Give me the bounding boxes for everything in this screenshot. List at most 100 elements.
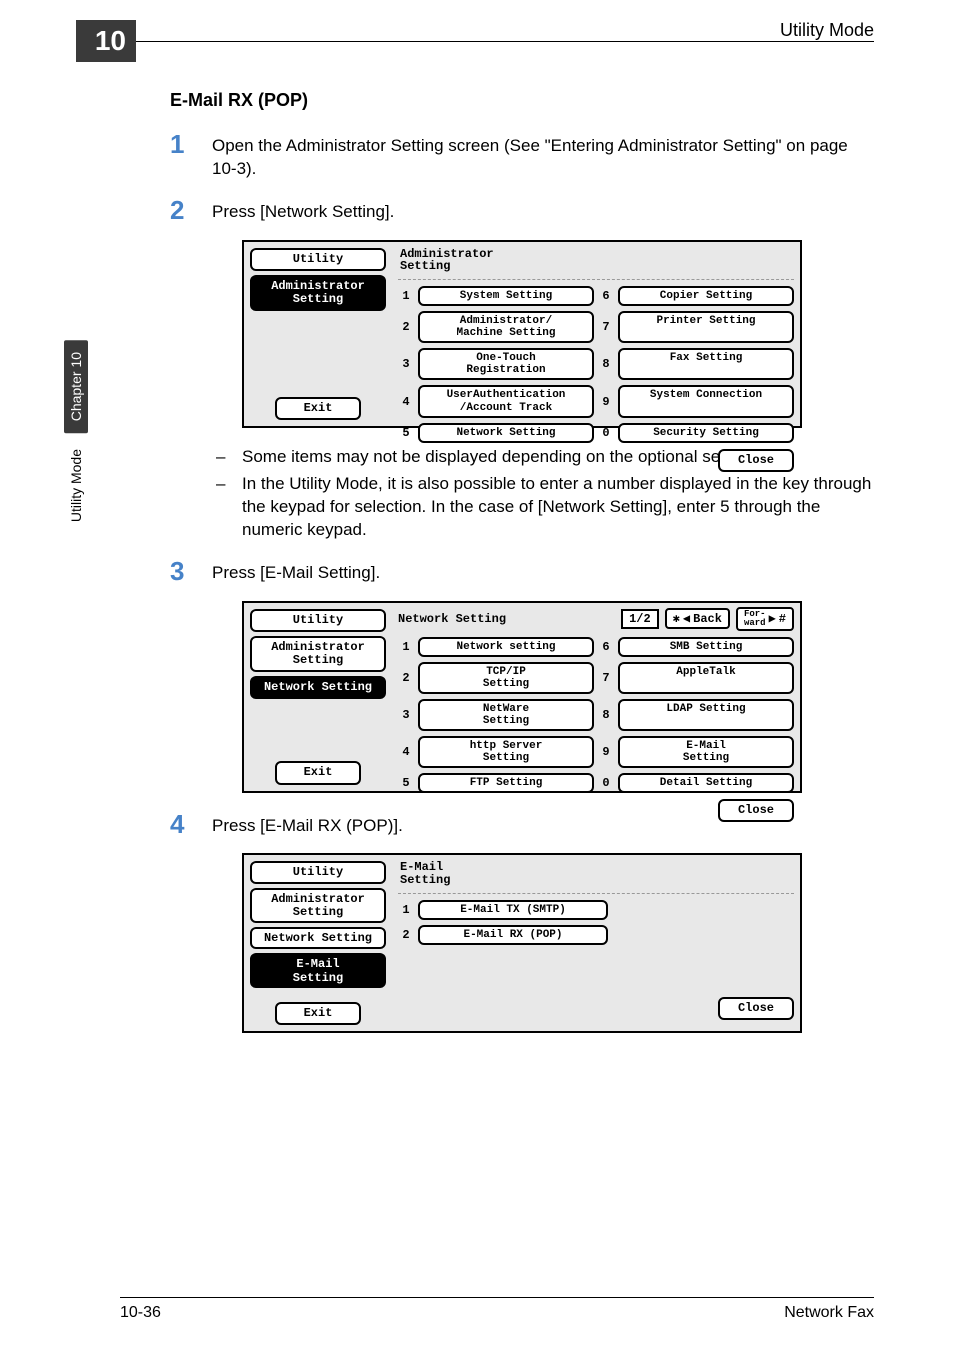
admin-setting-button[interactable]: Administrator Setting [250,888,386,923]
admin-setting-panel: Utility Administrator Setting Exit Admin… [242,240,802,428]
netware-item[interactable]: NetWare Setting [418,699,594,731]
footer-rule [120,1297,874,1298]
header-title: Utility Mode [780,20,874,41]
item-num: 4 [398,736,414,768]
step-number: 4 [170,811,212,838]
exit-button[interactable]: Exit [275,397,361,420]
step-2: 2 Press [Network Setting]. [170,197,874,224]
close-button[interactable]: Close [718,997,794,1020]
network-setting-side-button[interactable]: Network Setting [250,927,386,949]
ftp-setting-item[interactable]: FTP Setting [418,773,594,793]
panel-main: Administrator Setting 1 System Setting 6… [392,242,800,426]
item-num: 6 [598,286,614,306]
printer-setting-button[interactable]: Printer Setting [618,311,794,343]
email-setting-item[interactable]: E-Mail Setting [618,736,794,768]
security-setting-button[interactable]: Security Setting [618,423,794,443]
network-setting-side-button[interactable]: Network Setting [250,676,386,699]
step-text: Open the Administrator Setting screen (S… [212,131,874,181]
item-num: 3 [398,348,414,380]
step-text: Press [Network Setting]. [212,197,394,224]
item-num: 7 [598,662,614,694]
email-setting-panel: Utility Administrator Setting Network Se… [242,853,802,1033]
item-num: 9 [598,385,614,417]
back-label: Back [693,612,722,626]
close-button[interactable]: Close [718,799,794,822]
smb-setting-item[interactable]: SMB Setting [618,637,794,657]
panel-1-wrap: Utility Administrator Setting Exit Admin… [170,240,874,428]
menu-grid: 1 Network setting 6 SMB Setting 2 TCP/IP… [398,637,794,794]
item-num: 9 [598,736,614,768]
item-num: 4 [398,385,414,417]
utility-button[interactable]: Utility [250,861,386,883]
one-touch-button[interactable]: One-Touch Registration [418,348,594,380]
side-tab: Chapter 10 Utility Mode [62,340,90,680]
appletalk-item[interactable]: AppleTalk [618,662,794,694]
item-num: 8 [598,348,614,380]
utility-button[interactable]: Utility [250,248,386,271]
content-area: E-Mail RX (POP) 1 Open the Administrator… [170,90,874,1051]
forward-label: For- ward [744,610,766,628]
hash-icon: # [779,612,786,626]
network-setting-panel: Utility Administrator Setting Network Se… [242,601,802,793]
forward-button[interactable]: For- ward ▶ # [736,607,794,631]
http-server-item[interactable]: http Server Setting [418,736,594,768]
email-setting-side-button[interactable]: E-Mail Setting [250,953,386,988]
item-num: 8 [598,699,614,731]
exit-button[interactable]: Exit [275,1002,361,1025]
step-number: 1 [170,131,212,181]
network-setting-item[interactable]: Network setting [418,637,594,657]
step-number: 3 [170,558,212,585]
side-tab-mode: Utility Mode [64,437,88,534]
item-num: 0 [598,423,614,443]
item-num: 2 [398,311,414,343]
step-number: 2 [170,197,212,224]
item-num: 7 [598,311,614,343]
exit-button[interactable]: Exit [275,761,361,784]
panel-title: E-Mail Setting [398,859,794,893]
chapter-number-tab: 10 [76,20,136,62]
item-num: 2 [398,662,414,694]
dash-icon: – [216,446,242,469]
system-connection-button[interactable]: System Connection [618,385,794,417]
item-num: 1 [398,637,414,657]
footer-doc-title: Network Fax [784,1304,874,1322]
copier-setting-button[interactable]: Copier Setting [618,286,794,306]
section-heading: E-Mail RX (POP) [170,90,874,111]
panel-title: Administrator Setting [398,246,794,280]
fax-setting-button[interactable]: Fax Setting [618,348,794,380]
item-num: 5 [398,423,414,443]
tcpip-setting-item[interactable]: TCP/IP Setting [418,662,594,694]
item-num: 2 [398,925,414,945]
admin-setting-button[interactable]: Administrator Setting [250,636,386,672]
admin-machine-button[interactable]: Administrator/ Machine Setting [418,311,594,343]
panel-title: Network Setting [398,612,615,626]
page-indicator: 1/2 [621,609,659,629]
panel-side: Utility Administrator Setting Network Se… [244,855,392,1031]
admin-setting-button[interactable]: Administrator Setting [250,275,386,311]
menu-grid: 1 E-Mail TX (SMTP) 2 E-Mail RX (POP) [398,900,608,945]
step-1: 1 Open the Administrator Setting screen … [170,131,874,181]
user-auth-button[interactable]: UserAuthentication /Account Track [418,385,594,417]
email-rx-pop-button[interactable]: E-Mail RX (POP) [418,925,608,945]
ldap-setting-item[interactable]: LDAP Setting [618,699,794,731]
item-num: 0 [598,773,614,793]
back-button[interactable]: ✱ ◀ Back [665,608,730,629]
panel-side: Utility Administrator Setting Network Se… [244,603,392,791]
close-button[interactable]: Close [718,449,794,472]
item-num: 3 [398,699,414,731]
star-icon: ✱ [673,611,680,626]
step-text: Press [E-Mail Setting]. [212,558,380,585]
email-tx-smtp-button[interactable]: E-Mail TX (SMTP) [418,900,608,920]
item-num: 1 [398,286,414,306]
utility-button[interactable]: Utility [250,609,386,632]
header-rule [136,41,874,42]
panel-2-wrap: Utility Administrator Setting Network Se… [170,601,874,793]
note-text: In the Utility Mode, it is also possible… [242,473,874,542]
note-item: – In the Utility Mode, it is also possib… [216,473,874,542]
step-3: 3 Press [E-Mail Setting]. [170,558,874,585]
arrow-left-icon: ◀ [683,611,690,626]
footer-page-number: 10-36 [120,1304,161,1322]
system-setting-button[interactable]: System Setting [418,286,594,306]
detail-setting-item[interactable]: Detail Setting [618,773,794,793]
network-setting-button[interactable]: Network Setting [418,423,594,443]
